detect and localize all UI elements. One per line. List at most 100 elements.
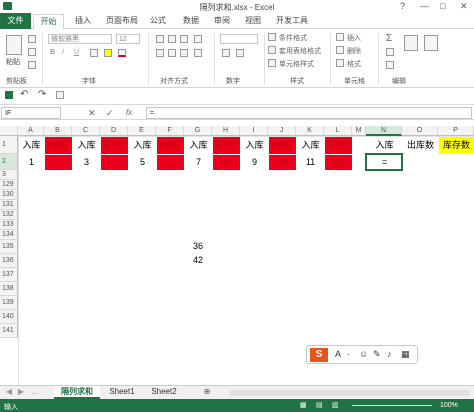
- cell-j1[interactable]: 出库: [269, 137, 296, 154]
- cell-p1[interactable]: 库存数: [439, 137, 474, 154]
- insert-function-icon[interactable]: fx: [126, 108, 132, 117]
- align-bottom-icon[interactable]: [180, 35, 188, 43]
- cancel-icon[interactable]: ✕: [88, 108, 96, 119]
- underline-button[interactable]: U: [74, 49, 79, 56]
- row-header-131[interactable]: 131: [0, 200, 18, 210]
- column-header-d[interactable]: D: [100, 126, 128, 136]
- cell-c2[interactable]: 3: [73, 155, 100, 170]
- number-format-select[interactable]: [220, 34, 258, 44]
- column-header-h[interactable]: H: [212, 126, 240, 136]
- cell-style-button[interactable]: 单元格样式: [279, 59, 314, 69]
- align-left-icon[interactable]: [156, 49, 164, 57]
- column-header-o[interactable]: O: [402, 126, 438, 136]
- wrap-text-icon[interactable]: [194, 35, 202, 43]
- sheet-tab-active[interactable]: 隔列求和: [54, 386, 100, 399]
- cell-n1[interactable]: 入库: [367, 137, 402, 154]
- sheet-more-icon[interactable]: …: [30, 386, 40, 399]
- undo-icon[interactable]: ↶: [20, 89, 28, 100]
- tab-home[interactable]: 开始: [33, 14, 64, 30]
- copy-icon[interactable]: [28, 48, 36, 56]
- row-header-137[interactable]: 137: [0, 268, 18, 282]
- column-header-n[interactable]: N: [366, 126, 402, 136]
- cell-e1[interactable]: 入库: [129, 137, 156, 154]
- row-header-139[interactable]: 139: [0, 296, 18, 310]
- column-header-m[interactable]: M: [352, 126, 366, 136]
- row-header-130[interactable]: 130: [0, 190, 18, 200]
- autosum-icon[interactable]: Σ: [386, 33, 392, 44]
- tab-data[interactable]: 数据: [183, 15, 199, 26]
- column-header-p[interactable]: P: [438, 126, 474, 136]
- tab-page-layout[interactable]: 页面布局: [106, 15, 138, 26]
- cell-style-icon[interactable]: [268, 59, 276, 67]
- help-button[interactable]: ?: [400, 1, 405, 11]
- cell-i1[interactable]: 入库: [241, 137, 268, 154]
- sheet-next-icon[interactable]: ▶: [16, 386, 26, 399]
- cell-a1[interactable]: 入库: [19, 137, 44, 154]
- customize-qat-icon[interactable]: [56, 91, 64, 99]
- name-box[interactable]: IF: [1, 107, 61, 119]
- row-header-135[interactable]: 135: [0, 240, 18, 254]
- row-header-141[interactable]: 141: [0, 324, 18, 338]
- select-all-corner[interactable]: [0, 126, 18, 136]
- font-color-icon[interactable]: [118, 49, 126, 57]
- format-cells-icon[interactable]: [336, 59, 344, 67]
- column-header-c[interactable]: C: [72, 126, 100, 136]
- column-header-k[interactable]: K: [296, 126, 324, 136]
- column-header-l[interactable]: L: [324, 126, 352, 136]
- tab-formulas[interactable]: 公式: [150, 15, 166, 26]
- borders-icon[interactable]: [90, 49, 98, 57]
- close-button[interactable]: ✕: [460, 1, 468, 12]
- delete-cells-icon[interactable]: [336, 46, 344, 54]
- format-painter-icon[interactable]: [28, 61, 36, 69]
- paste-icon[interactable]: [6, 35, 22, 55]
- redo-icon[interactable]: ↷: [38, 89, 46, 100]
- font-size-select[interactable]: 12: [116, 34, 140, 44]
- align-center-icon[interactable]: [168, 49, 176, 57]
- cell-c1[interactable]: 入库: [73, 137, 100, 154]
- tab-insert[interactable]: 插入: [75, 15, 91, 26]
- find-select-icon[interactable]: [424, 35, 438, 51]
- insert-cells-icon[interactable]: [336, 33, 344, 41]
- bold-button[interactable]: B: [50, 49, 55, 56]
- column-header-j[interactable]: J: [268, 126, 296, 136]
- ime-handwrite-icon[interactable]: ✎: [373, 349, 381, 360]
- add-sheet-button[interactable]: ⊕: [200, 386, 214, 399]
- formula-input[interactable]: =: [146, 107, 472, 119]
- cell-e2[interactable]: 5: [129, 155, 156, 170]
- sheet-tab[interactable]: Sheet1: [102, 386, 142, 399]
- comma-style-icon[interactable]: [236, 49, 244, 57]
- page-break-view-icon[interactable]: ▥: [332, 401, 339, 409]
- zoom-level[interactable]: 100%: [440, 402, 458, 409]
- sort-filter-icon[interactable]: [404, 35, 418, 51]
- ime-punctuation-icon[interactable]: ·: [347, 349, 350, 359]
- tab-review[interactable]: 审阅: [214, 15, 230, 26]
- cell-g2[interactable]: 7: [185, 155, 212, 170]
- row-header-138[interactable]: 138: [0, 282, 18, 296]
- fill-color-icon[interactable]: [104, 49, 112, 57]
- conditional-format-button[interactable]: 条件格式: [279, 33, 307, 43]
- font-name-select[interactable]: 微软雅黑: [48, 34, 112, 44]
- cell-d1[interactable]: 出库: [101, 137, 128, 154]
- sheet-prev-icon[interactable]: ◀: [4, 386, 14, 399]
- zoom-slider[interactable]: [352, 405, 432, 406]
- column-header-a[interactable]: A: [18, 126, 44, 136]
- normal-view-icon[interactable]: ▦: [300, 401, 307, 409]
- percent-icon[interactable]: [222, 49, 230, 57]
- ime-voice-icon[interactable]: ♪: [387, 349, 392, 359]
- table-format-icon[interactable]: [268, 46, 276, 54]
- cell-k1[interactable]: 入库: [297, 137, 324, 154]
- tab-file[interactable]: 文件: [0, 13, 31, 29]
- row-header-136[interactable]: 136: [0, 254, 18, 268]
- row-header-133[interactable]: 133: [0, 220, 18, 230]
- fill-icon[interactable]: [386, 48, 394, 56]
- cell-o1[interactable]: 出库数: [403, 137, 438, 154]
- horizontal-scrollbar[interactable]: [230, 390, 470, 396]
- clear-icon[interactable]: [386, 61, 394, 69]
- row-header-1[interactable]: 1: [0, 136, 18, 154]
- column-header-f[interactable]: F: [156, 126, 184, 136]
- ime-language-icon[interactable]: A: [335, 349, 341, 359]
- insert-cells-button[interactable]: 插入: [347, 33, 361, 43]
- table-format-button[interactable]: 套用表格格式: [279, 46, 321, 56]
- row-header-134[interactable]: 134: [0, 230, 18, 240]
- cell-f1[interactable]: 出库: [157, 137, 184, 154]
